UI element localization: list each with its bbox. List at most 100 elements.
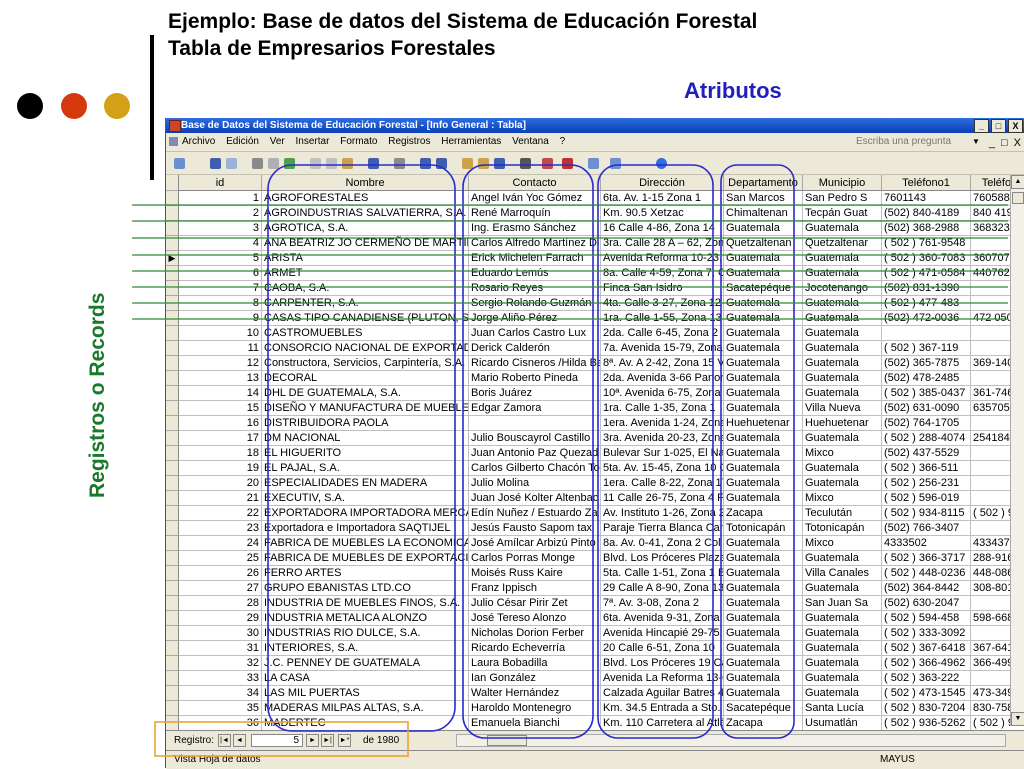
cell-municipio[interactable]: San Pedro S bbox=[803, 191, 882, 206]
cell-nombre[interactable]: FERRO ARTES bbox=[262, 566, 469, 581]
cell-departamento[interactable]: San Marcos bbox=[724, 191, 803, 206]
cell-direccion[interactable]: 10ª. Avenida 6-75, Zona bbox=[601, 386, 724, 401]
column-header-departamento[interactable]: Departamento bbox=[724, 175, 803, 191]
cell-departamento[interactable]: Guatemala bbox=[724, 566, 803, 581]
cell-direccion[interactable]: Blvd. Los Próceres Plaza bbox=[601, 551, 724, 566]
print-preview-icon[interactable] bbox=[268, 158, 279, 169]
cell-direccion[interactable]: 1ra. Calle 1-55, Zona 13 bbox=[601, 311, 724, 326]
cell-telefono1[interactable]: (502) 840-4189 bbox=[882, 206, 971, 221]
cell-departamento[interactable]: Guatemala bbox=[724, 341, 803, 356]
cell-nombre[interactable]: AGROFORESTALES bbox=[262, 191, 469, 206]
record-selector[interactable] bbox=[166, 206, 179, 221]
close-button[interactable]: X bbox=[1008, 119, 1023, 133]
record-selector[interactable] bbox=[166, 266, 179, 281]
filter-form-icon[interactable] bbox=[478, 158, 489, 169]
cell-nombre[interactable]: DISTRIBUIDORA PAOLA bbox=[262, 416, 469, 431]
cell-telefono1[interactable]: (502) 766-3407 bbox=[882, 521, 971, 536]
cell-municipio[interactable]: Guatemala bbox=[803, 221, 882, 236]
cell-contacto[interactable]: Jesús Fausto Sapom tax bbox=[469, 521, 601, 536]
cell-telefono1[interactable]: ( 502 ) 366-3717 bbox=[882, 551, 971, 566]
record-selector[interactable] bbox=[166, 491, 179, 506]
record-selector[interactable] bbox=[166, 656, 179, 671]
cell-municipio[interactable]: Guatemala bbox=[803, 311, 882, 326]
cell-nombre[interactable]: ANA BEATRIZ JO CERMEÑO DE MARTIN bbox=[262, 236, 469, 251]
cell-id[interactable]: 1 bbox=[179, 191, 262, 206]
cell-nombre[interactable]: GRUPO EBANISTAS LTD.CO bbox=[262, 581, 469, 596]
cell-direccion[interactable]: 6ta. Av. 1-15 Zona 1 bbox=[601, 191, 724, 206]
cell-direccion[interactable]: 11 Calle 26-75, Zona 4 F bbox=[601, 491, 724, 506]
cell-direccion[interactable]: 5ta. Calle 1-51, Zona 1 B bbox=[601, 566, 724, 581]
cell-contacto[interactable]: Ricardo Cisneros /Hilda Ba bbox=[469, 356, 601, 371]
cell-direccion[interactable]: Avenida La Reforma 13-6 bbox=[601, 671, 724, 686]
cell-id[interactable]: 25 bbox=[179, 551, 262, 566]
record-selector[interactable] bbox=[166, 641, 179, 656]
scroll-up-icon[interactable]: ▲ bbox=[1011, 175, 1024, 189]
scroll-thumb[interactable] bbox=[1012, 192, 1024, 204]
cell-departamento[interactable]: Guatemala bbox=[724, 296, 803, 311]
record-selector[interactable] bbox=[166, 536, 179, 551]
cell-municipio[interactable]: Guatemala bbox=[803, 341, 882, 356]
help-dropdown-arrow-icon[interactable]: ▼ bbox=[972, 133, 980, 151]
cell-nombre[interactable]: CASTROMUEBLES bbox=[262, 326, 469, 341]
apply-filter-icon[interactable] bbox=[494, 158, 505, 169]
cell-contacto[interactable]: Eduardo Lemús bbox=[469, 266, 601, 281]
cell-telefono1[interactable]: ( 502 ) 934-8115 bbox=[882, 506, 971, 521]
undo-icon[interactable] bbox=[368, 158, 379, 169]
cell-direccion[interactable]: 5ta. Av. 15-45, Zona 10 C bbox=[601, 461, 724, 476]
cell-municipio[interactable]: San Juan Sa bbox=[803, 596, 882, 611]
record-selector[interactable] bbox=[166, 596, 179, 611]
cell-nombre[interactable]: DECORAL bbox=[262, 371, 469, 386]
cell-municipio[interactable]: Jocotenango bbox=[803, 281, 882, 296]
cell-nombre[interactable]: INDUSTRIAS RIO DULCE, S.A. bbox=[262, 626, 469, 641]
new-record-icon[interactable] bbox=[542, 158, 553, 169]
cell-direccion[interactable]: 7a. Avenida 15-79, Zona bbox=[601, 341, 724, 356]
cell-direccion[interactable]: 7ª. Av. 3-08, Zona 2 bbox=[601, 596, 724, 611]
cell-telefono1[interactable]: (502) 364-8442 bbox=[882, 581, 971, 596]
cell-departamento[interactable]: Sacatepéque bbox=[724, 281, 803, 296]
record-selector[interactable] bbox=[166, 611, 179, 626]
record-selector[interactable] bbox=[166, 521, 179, 536]
help-question-input[interactable]: Escriba una pregunta bbox=[856, 133, 951, 151]
cell-direccion[interactable]: Km. 90.5 Xetzac bbox=[601, 206, 724, 221]
cell-municipio[interactable]: Guatemala bbox=[803, 686, 882, 701]
cell-telefono1[interactable]: 7601143 bbox=[882, 191, 971, 206]
cell-direccion[interactable]: 16 Calle 4-86, Zona 14 bbox=[601, 221, 724, 236]
cell-nombre[interactable]: Exportadora e Importadora SAQTIJEL bbox=[262, 521, 469, 536]
cell-contacto[interactable]: Walter Hernández bbox=[469, 686, 601, 701]
cell-telefono1[interactable]: ( 502 ) 385-0437 bbox=[882, 386, 971, 401]
cell-municipio[interactable]: Guatemala bbox=[803, 626, 882, 641]
cell-id[interactable]: 22 bbox=[179, 506, 262, 521]
record-selector[interactable] bbox=[166, 281, 179, 296]
menu-registros[interactable]: Registros bbox=[388, 133, 430, 151]
cell-id[interactable]: 36 bbox=[179, 716, 262, 731]
record-selector[interactable] bbox=[166, 311, 179, 326]
cell-departamento[interactable]: Guatemala bbox=[724, 596, 803, 611]
cell-nombre[interactable]: FABRICA DE MUEBLES LA ECONOMICA bbox=[262, 536, 469, 551]
cell-telefono1[interactable]: ( 502 ) 256-231 bbox=[882, 476, 971, 491]
menu-edicion[interactable]: Edición bbox=[226, 133, 259, 151]
vertical-scrollbar[interactable]: ▲ ▼ bbox=[1010, 175, 1024, 726]
record-selector[interactable] bbox=[166, 326, 179, 341]
minimize-button[interactable]: _ bbox=[974, 119, 989, 133]
cell-telefono1[interactable]: ( 502 ) 363-222 bbox=[882, 671, 971, 686]
cell-departamento[interactable]: Guatemala bbox=[724, 446, 803, 461]
cell-direccion[interactable]: 8a. Calle 4-59, Zona 7, C bbox=[601, 266, 724, 281]
cell-telefono1[interactable]: ( 502 ) 288-4074 bbox=[882, 431, 971, 446]
cell-direccion[interactable]: 6ta. Avenida 9-31, Zona 1 bbox=[601, 611, 724, 626]
cell-departamento[interactable]: Guatemala bbox=[724, 221, 803, 236]
cell-contacto[interactable]: Emanuela Bianchi bbox=[469, 716, 601, 731]
first-record-button[interactable]: |◄ bbox=[218, 734, 231, 747]
column-header-id[interactable]: id bbox=[179, 175, 262, 191]
cell-contacto[interactable]: Nicholas Dorion Ferber bbox=[469, 626, 601, 641]
cell-id[interactable]: 31 bbox=[179, 641, 262, 656]
cell-direccion[interactable]: Blvd. Los Próceres 19 Ca bbox=[601, 656, 724, 671]
cell-id[interactable]: 30 bbox=[179, 626, 262, 641]
record-selector[interactable] bbox=[166, 566, 179, 581]
cell-telefono1[interactable]: ( 502 ) 830-7204 bbox=[882, 701, 971, 716]
cell-id[interactable]: 14 bbox=[179, 386, 262, 401]
cell-contacto[interactable]: Mario Roberto Pineda bbox=[469, 371, 601, 386]
cell-nombre[interactable]: DISEÑO Y MANUFACTURA DE MUEBLE bbox=[262, 401, 469, 416]
cell-contacto[interactable]: Franz Ippisch bbox=[469, 581, 601, 596]
cell-direccion[interactable]: Km. 110 Carretera al Atlá bbox=[601, 716, 724, 731]
cell-nombre[interactable]: Constructora, Servicios, Carpintería, S.… bbox=[262, 356, 469, 371]
